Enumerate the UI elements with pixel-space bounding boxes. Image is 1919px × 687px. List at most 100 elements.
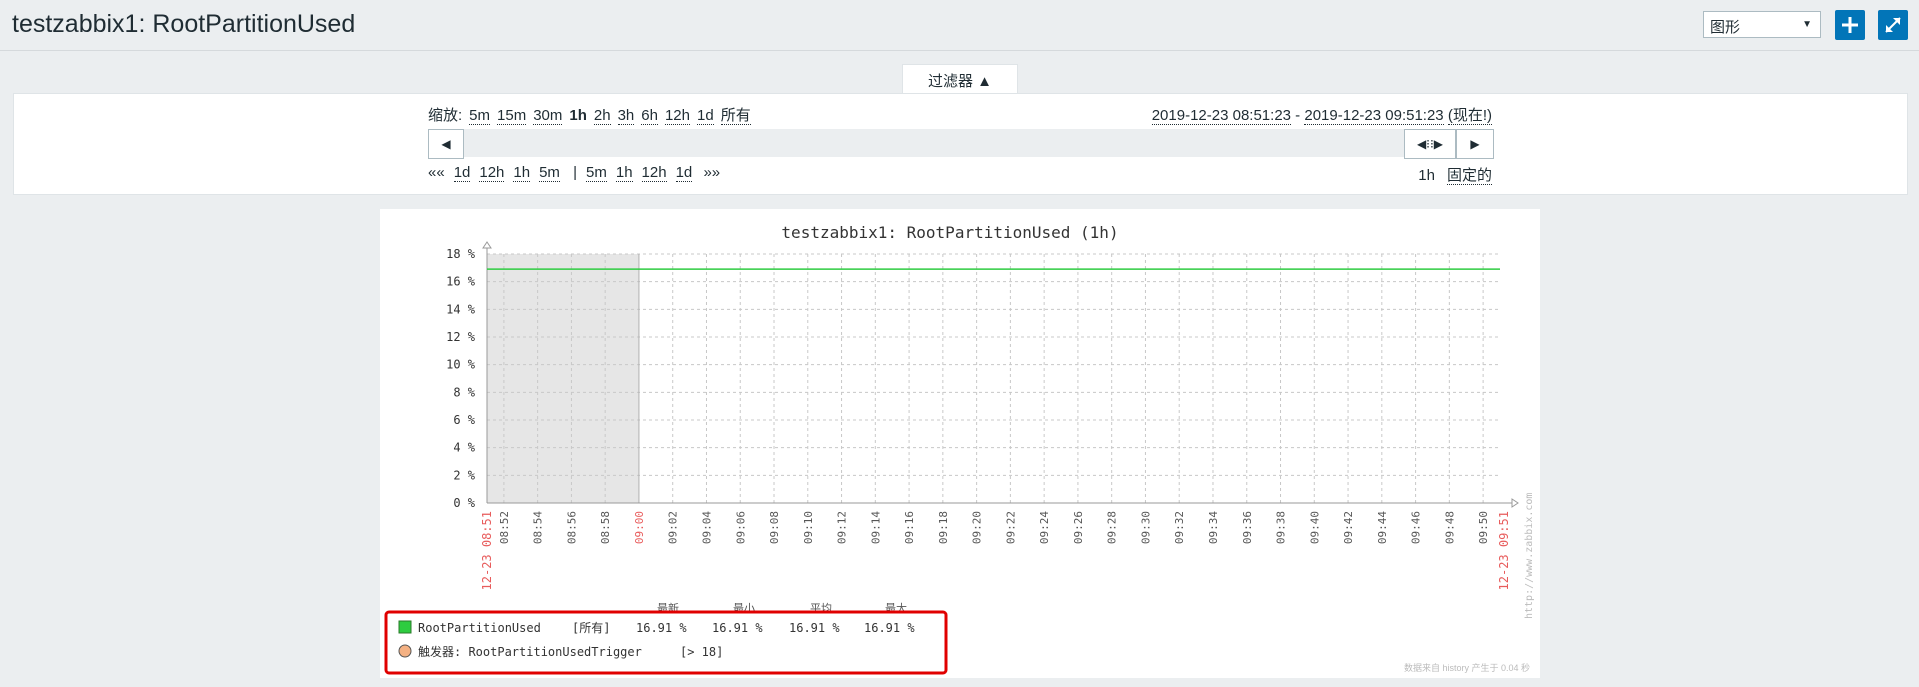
time-range[interactable]: 2019-12-23 08:51:23 - 2019-12-23 09:51:2… <box>1151 104 1492 125</box>
zoom-option-6[interactable]: 6h <box>641 107 658 125</box>
y-tick-label: 12 % <box>446 330 476 344</box>
zoom-option-7[interactable]: 12h <box>664 107 690 125</box>
nav-fwd-0[interactable]: 5m <box>586 164 607 182</box>
zoom-option-8[interactable]: 1d <box>697 107 714 125</box>
x-tick-label: 09:00 <box>633 511 646 544</box>
range-from[interactable]: 2019-12-23 08:51:23 <box>1151 107 1292 125</box>
y-axis-arrow <box>482 241 492 249</box>
x-tick-label: 09:14 <box>869 511 882 544</box>
legend-item-scope: [所有] <box>572 621 610 635</box>
view-select[interactable]: 图形 ▼ <box>1703 11 1821 38</box>
watermark: http://www.zabbix.com <box>1524 493 1535 619</box>
trigger-name: 触发器: RootPartitionUsedTrigger <box>418 644 642 659</box>
x-tick-label: 09:30 <box>1139 511 1152 544</box>
x-tick-label: 08:52 <box>498 511 511 544</box>
x-tick-label: 09:16 <box>903 511 916 544</box>
no-data-region <box>487 254 639 503</box>
x-tick-label: 09:10 <box>802 511 815 544</box>
x-tick-label: 08:56 <box>565 511 578 544</box>
scroll-left-button[interactable]: ◀ <box>428 129 464 159</box>
chart-footer: 数据来自 history 产生于 0.04 秒 <box>1404 662 1530 673</box>
nav-back-3[interactable]: 5m <box>539 164 560 182</box>
y-tick-label: 6 % <box>453 413 475 427</box>
x-tick-label: 09:04 <box>700 511 713 544</box>
range-to[interactable]: 2019-12-23 09:51:23 <box>1304 107 1444 125</box>
x-tick-label: 09:20 <box>971 511 984 544</box>
page-header: testzabbix1: RootPartitionUsed 图形 ▼ <box>0 0 1919 51</box>
plus-icon <box>1842 17 1858 33</box>
scroll-right-button[interactable]: ▶ <box>1456 129 1494 159</box>
x-tick-label: 09:34 <box>1207 511 1220 544</box>
x-tick-label: 09:36 <box>1241 511 1254 544</box>
legend-value-0: 16.91 % <box>636 621 687 635</box>
x-tick-label: 09:44 <box>1376 511 1389 544</box>
x-tick-label: 08:54 <box>532 511 545 544</box>
trigger-swatch <box>398 644 412 658</box>
nav-back-1[interactable]: 12h <box>479 164 505 182</box>
legend-value-2: 16.91 % <box>789 621 840 635</box>
filter-tab[interactable]: 过滤器 ▲ <box>902 64 1018 94</box>
fixed-toggle[interactable]: 固定的 <box>1446 167 1492 185</box>
zoom-option-3[interactable]: 1h <box>569 107 587 124</box>
x-tick-label: 09:40 <box>1308 511 1321 544</box>
x-tick-label: 09:24 <box>1038 511 1051 544</box>
x-tick-label: 09:50 <box>1477 511 1490 544</box>
zoom-option-5[interactable]: 3h <box>617 107 635 125</box>
scroll-handle[interactable]: ◀⁝⁝▶ <box>1404 129 1456 159</box>
trigger-condition: [> 18] <box>680 645 723 659</box>
nav-fwd-2[interactable]: 12h <box>641 164 667 182</box>
zoom-option-9[interactable]: 所有 <box>720 107 751 125</box>
nav-fwd-1[interactable]: 1h <box>615 164 633 182</box>
zoom-option-1[interactable]: 15m <box>497 107 527 125</box>
arrow-right-icon: ▶ <box>1470 137 1480 151</box>
x-end-label: 12-23 09:51 <box>1497 511 1511 590</box>
nav-back-2[interactable]: 1h <box>513 164 531 182</box>
period-value: 1h <box>1418 167 1435 184</box>
view-select-value: 图形 <box>1710 19 1741 36</box>
x-tick-label: 09:06 <box>734 511 747 544</box>
legend-value-3: 16.91 % <box>864 621 915 635</box>
zoom-options: 缩放: 5m 15m 30m 1h 2h 3h 6h 12h 1d 所有 <box>428 104 751 125</box>
caret-up-icon: ▲ <box>977 73 993 90</box>
x-tick-label: 09:28 <box>1106 511 1119 544</box>
y-tick-label: 18 % <box>446 247 476 261</box>
legend-value-1: 16.91 % <box>712 621 763 635</box>
x-start-label: 12-23 08:51 <box>480 511 494 590</box>
arrow-left-icon: ◀ <box>441 137 451 151</box>
chart-title: testzabbix1: RootPartitionUsed (1h) <box>781 223 1118 242</box>
plot-area: 0 % 2 % 4 % 6 % 8 % 10 % 12 % 14 % 16 % 18 % 08:52… <box>384 241 1535 675</box>
x-tick-label: 09:42 <box>1342 511 1355 544</box>
legend-item-name: RootPartitionUsed <box>418 621 541 635</box>
x-tick-label: 09:02 <box>667 511 680 544</box>
timeline-scrollbar[interactable] <box>428 129 1494 157</box>
x-axis-arrow <box>1511 498 1519 508</box>
nav-fwd-3[interactable]: 1d <box>675 164 693 182</box>
y-tick-label: 8 % <box>453 385 475 399</box>
period-info: 1h 固定的 <box>1418 164 1492 185</box>
y-tick-label: 2 % <box>453 468 475 482</box>
zoom-option-4[interactable]: 2h <box>593 107 611 125</box>
x-tick-label: 09:48 <box>1443 511 1456 544</box>
range-now[interactable]: (现在!) <box>1447 107 1492 125</box>
time-navigation: «« 1d 12h 1h 5m | 5m 1h 12h 1d »» <box>428 164 721 182</box>
x-tick-label: 09:08 <box>768 511 781 544</box>
graph-chart: testzabbix1: RootPartitionUsed (1h) 0 % 2… <box>384 223 1535 675</box>
x-tick-label: 09:22 <box>1004 511 1017 544</box>
drag-handle-icon: ◀⁝⁝▶ <box>1416 137 1444 151</box>
zoom-option-0[interactable]: 5m <box>469 107 491 125</box>
y-tick-label: 16 % <box>446 275 476 289</box>
zoom-option-2[interactable]: 30m <box>533 107 563 125</box>
nav-back-0[interactable]: 1d <box>453 164 471 182</box>
y-tick-label: 10 % <box>446 358 476 372</box>
x-tick-label: 09:46 <box>1410 511 1423 544</box>
x-tick-label: 09:38 <box>1275 511 1288 544</box>
y-tick-label: 0 % <box>453 496 475 510</box>
fullscreen-button[interactable] <box>1878 10 1908 40</box>
x-tick-label: 09:26 <box>1072 511 1085 544</box>
zoom-label: 缩放: <box>428 107 463 124</box>
y-tick-label: 14 % <box>446 302 476 316</box>
graph-panel: testzabbix1: RootPartitionUsed (1h) 0 % 2… <box>380 209 1540 678</box>
page-title: testzabbix1: RootPartitionUsed <box>12 10 356 38</box>
add-button[interactable] <box>1835 10 1865 40</box>
x-tick-label: 09:18 <box>937 511 950 544</box>
